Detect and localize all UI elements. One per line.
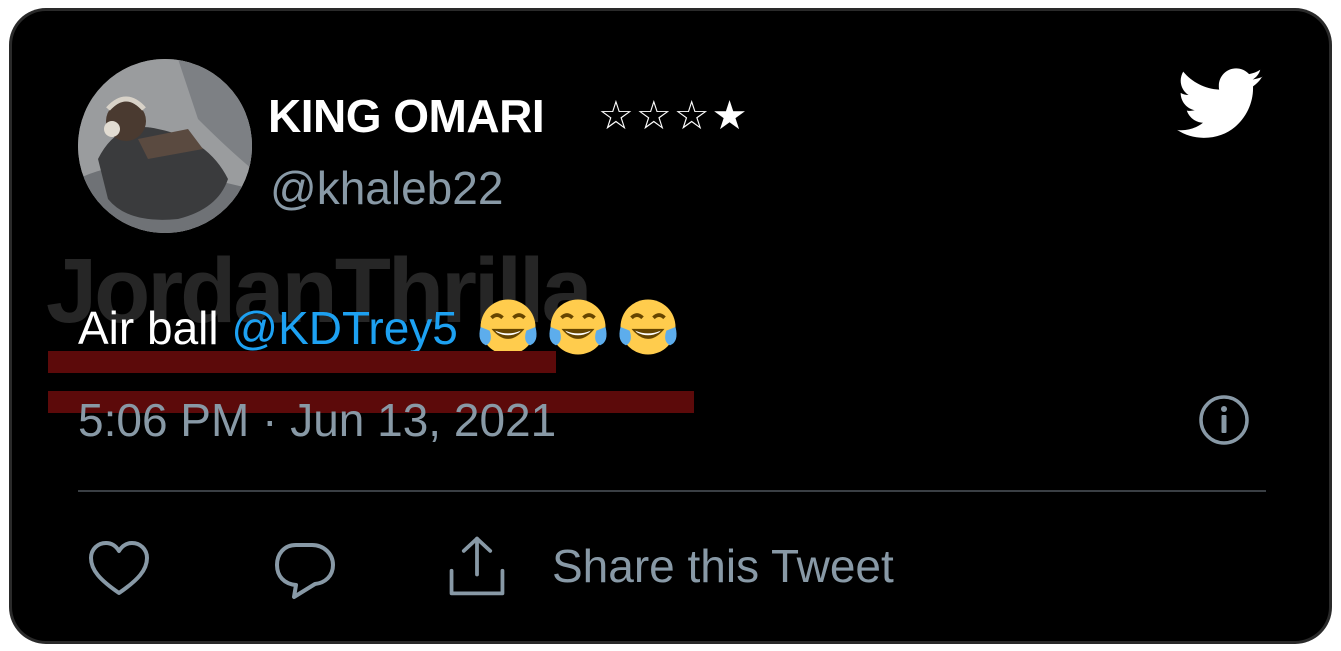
- name-stars: ☆☆☆★: [598, 93, 750, 139]
- divider: [78, 490, 1266, 492]
- user-handle[interactable]: @khaleb22: [270, 161, 503, 215]
- display-name[interactable]: KING OMARI: [268, 89, 545, 143]
- twitter-logo-icon[interactable]: [1177, 68, 1265, 140]
- info-icon[interactable]: [1198, 394, 1250, 446]
- tears-of-joy-emoji-icon: [619, 299, 677, 355]
- heart-icon[interactable]: [86, 537, 152, 603]
- avatar[interactable]: [78, 59, 252, 233]
- mention-link[interactable]: @KDTrey5: [231, 302, 457, 354]
- tweet-timestamp[interactable]: 5:06 PM · Jun 13, 2021: [78, 393, 556, 447]
- share-icon[interactable]: [444, 533, 510, 599]
- red-underline-annotation: [48, 351, 556, 373]
- tweet-card: KING OMARI ☆☆☆★ @khaleb22 JordanThrilla …: [12, 11, 1329, 641]
- tweet-text-body: Air ball: [78, 302, 219, 354]
- reply-icon[interactable]: [272, 537, 338, 603]
- share-tweet-label[interactable]: Share this Tweet: [552, 539, 894, 593]
